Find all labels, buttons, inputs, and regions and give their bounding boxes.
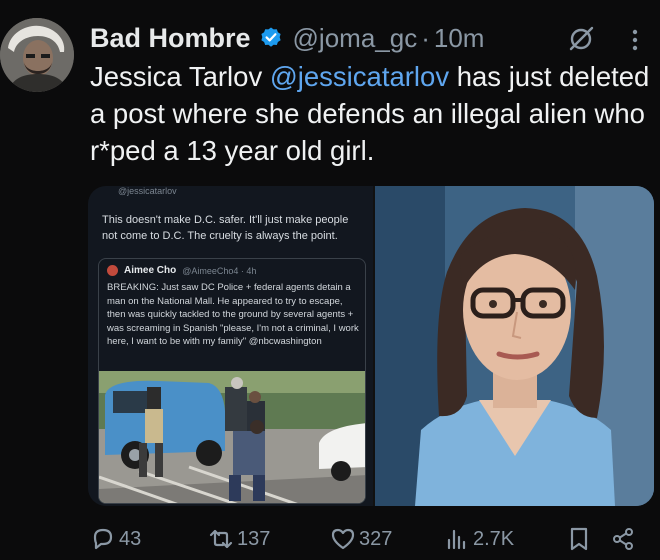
view-count: 2.7K — [473, 527, 515, 550]
reply-count: 43 — [119, 527, 142, 550]
quoted-post-header: Aimee Cho @AimeeCho4 · 4h — [107, 265, 256, 276]
repost-count: 137 — [237, 527, 271, 550]
screenshot-handle: @jessicatarlov — [118, 186, 177, 196]
media-portrait[interactable] — [375, 186, 654, 506]
share-button[interactable] — [610, 522, 639, 556]
author-handle[interactable]: @joma_gc — [293, 23, 418, 54]
quoted-avatar — [107, 265, 118, 276]
avatar[interactable] — [0, 18, 74, 92]
arrest-photo — [99, 371, 365, 503]
quoted-post: Aimee Cho @AimeeCho4 · 4h BREAKING: Just… — [98, 258, 366, 504]
reply-button[interactable]: 43 — [90, 522, 141, 556]
tweet-text-start: Jessica Tarlov — [90, 61, 270, 92]
bookmark-icon — [570, 527, 588, 551]
portrait-image — [375, 186, 654, 506]
reply-icon — [93, 528, 113, 550]
like-count: 327 — [359, 527, 393, 550]
screenshot-post-text: This doesn't make D.C. safer. It'll just… — [102, 214, 349, 242]
tweet-header: Bad Hombre @joma_gc · 10m — [90, 20, 484, 56]
media-screenshot[interactable]: @jessicatarlov This doesn't make D.C. sa… — [88, 186, 373, 506]
repost-button[interactable]: 137 — [208, 522, 270, 556]
heart-icon — [331, 528, 355, 550]
action-bar: 43 137 327 2.7K — [90, 522, 646, 556]
repost-icon — [209, 529, 233, 549]
share-icon — [613, 528, 633, 550]
verified-badge-icon — [260, 27, 281, 47]
quoted-text: BREAKING: Just saw DC Police + federal a… — [107, 282, 359, 348]
display-name[interactable]: Bad Hombre — [90, 23, 251, 54]
mention-link[interactable]: @jessicatarlov — [270, 61, 449, 92]
grok-icon[interactable] — [566, 24, 596, 54]
avatar-image — [0, 18, 74, 92]
quoted-name: Aimee Cho — [124, 265, 177, 276]
views-icon — [447, 529, 466, 550]
views-button[interactable]: 2.7K — [444, 522, 514, 556]
separator-dot: · — [421, 22, 430, 53]
media-grid[interactable]: @jessicatarlov This doesn't make D.C. sa… — [88, 186, 654, 506]
tweet-text: Jessica Tarlov @jessicatarlov has just d… — [90, 58, 650, 169]
more-dots-icon[interactable] — [630, 26, 640, 54]
bookmark-button[interactable] — [566, 522, 595, 556]
like-button[interactable]: 327 — [330, 522, 392, 556]
tweet[interactable]: Bad Hombre @joma_gc · 10m Jessica Tarlov… — [0, 0, 660, 560]
quoted-handle: @AimeeCho4 · 4h — [182, 265, 257, 276]
timestamp[interactable]: 10m — [434, 23, 485, 54]
